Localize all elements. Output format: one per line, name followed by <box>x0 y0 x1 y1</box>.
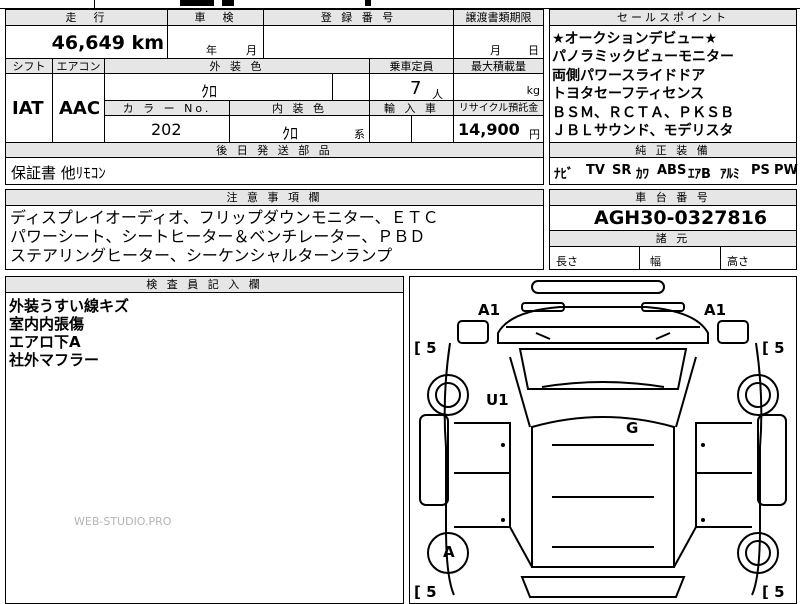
color-no-header: カ ラ ー No. <box>104 100 230 116</box>
inspection-month: 月 <box>246 44 257 57</box>
selling-point-line: パノラミックビューモニター <box>552 49 734 65</box>
recycle-deposit-value: 14,900 <box>458 120 520 139</box>
selling-point-line: トヨタセーフティセンス <box>552 86 705 102</box>
notes-line: ステアリングヒーター、シーケンシャルターンランプ <box>10 246 393 265</box>
notes-header: 注 意 事 項 欄 <box>5 189 544 206</box>
equipment-cell: ﾅﾋﾞ TV SR ｶﾜ ABS ｴｱB ｱﾙﾐ PS PW <box>549 157 798 185</box>
exterior-color-header: 外 装 色 <box>104 58 370 74</box>
shift-value: IAT <box>12 98 44 119</box>
top-cutoff-strip <box>0 0 800 9</box>
recycle-deposit-header: リサイクル預託金 <box>453 100 544 116</box>
shift-cell: IAT <box>5 73 53 143</box>
dimension-length-cell: 長さ <box>549 246 640 270</box>
tire-depth-front-left: [ 5 <box>414 339 437 357</box>
dimension-width-label: 幅 <box>650 255 661 268</box>
equip-leather: ｶﾜ <box>636 167 649 182</box>
selling-points-header: セールスポイント <box>549 9 797 26</box>
dimension-length-label: 長さ <box>556 255 578 268</box>
equip-pw: PW <box>774 163 798 178</box>
inspection-header: 車 検 <box>167 9 264 26</box>
equip-airbag: ｴｱB <box>688 167 711 182</box>
transfer-deadline-header: 譲渡書類期限 <box>453 9 544 26</box>
damage-label-g: G <box>626 419 639 437</box>
mileage-value: 46,649 km <box>51 32 164 54</box>
registration-header: 登 録 番 号 <box>263 9 454 26</box>
notes-line: ディスプレイオーディオ、フリップダウンモニター、ＥＴＣ <box>10 208 439 227</box>
recycle-deposit-cell: 14,900 円 <box>453 115 544 143</box>
equip-navi: ﾅﾋﾞ <box>554 167 574 182</box>
selling-points-cell: ★オークションデビュー★ パノラミックビューモニター 両側パワースライドドア ト… <box>549 25 797 143</box>
tire-depth-rear-right: [ 5 <box>762 583 785 601</box>
interior-color-value: ｸﾛ <box>282 124 299 143</box>
notes-line: パワーシート、シートヒーター＆ベンチレーター、ＰＢＤ <box>10 227 426 246</box>
exterior-color-sub-cell <box>332 73 370 101</box>
delivery-parts-value: 保証書 他ﾘﾓｺﾝ <box>11 164 106 182</box>
damage-label-a: A <box>443 543 455 561</box>
tire-depth-front-right: [ 5 <box>762 339 785 357</box>
exterior-color-cell: ｸﾛ <box>104 73 333 101</box>
chassis-number-value: AGH30-0327816 <box>594 207 768 229</box>
chassis-number-cell: AGH30-0327816 <box>549 205 797 231</box>
selling-point-line: ＪＢＬサウンド、モデリスタ <box>552 123 734 139</box>
chassis-number-header: 車 台 番 号 <box>549 189 797 206</box>
exterior-color-value: ｸﾛ <box>201 82 218 101</box>
tire-depth-rear-left: [ 5 <box>414 583 437 601</box>
color-no-value: 202 <box>151 120 182 139</box>
capacity-header: 乗車定員 <box>369 58 454 74</box>
interior-color-cell: ｸﾛ 系 <box>229 115 370 143</box>
mileage-header: 走 行 <box>5 9 168 26</box>
selling-point-line: 両側パワースライドドア <box>552 68 706 84</box>
equip-abs: ABS <box>657 163 687 178</box>
max-load-header: 最大積載量 <box>453 58 544 74</box>
damage-label-a1-right: A1 <box>704 301 727 319</box>
import-cell-b <box>411 115 454 143</box>
dimension-height-label: 高さ <box>727 255 749 268</box>
car-diagram-panel: A1 A1 U1 G A [ 5 [ 5 [ 5 [ 5 <box>409 276 797 604</box>
dimensions-header: 諸 元 <box>549 230 797 247</box>
transfer-month: 月 <box>490 44 501 57</box>
selling-point-line: ★オークションデビュー★ <box>552 31 718 47</box>
capacity-value: 7 <box>410 78 422 99</box>
inspection-cell: 年 月 <box>167 25 264 59</box>
dimension-height-cell: 高さ <box>720 246 797 270</box>
inspector-notes-header: 検 査 員 記 入 欄 <box>5 276 404 293</box>
selling-point-line: ＢＳＭ、ＲＣＴＡ、ＰＫＳＢ <box>552 105 734 121</box>
inspector-note-line: 社外マフラー <box>9 351 100 369</box>
import-header: 輸 入 車 <box>369 100 454 116</box>
car-diagram <box>419 280 787 598</box>
inspection-year: 年 <box>206 44 217 57</box>
shift-header: シフト <box>5 58 53 74</box>
transfer-day: 日 <box>528 44 539 57</box>
recycle-deposit-unit: 円 <box>529 128 540 141</box>
interior-color-unit: 系 <box>354 128 365 141</box>
aircon-header: エアコン <box>52 58 105 74</box>
import-cell-a <box>369 115 412 143</box>
notes-cell: ディスプレイオーディオ、フリップダウンモニター、ＥＴＣ パワーシート、シートヒー… <box>5 205 544 270</box>
transfer-cell: 月 日 <box>453 25 544 59</box>
watermark: WEB-STUDIO.PRO <box>74 515 172 528</box>
damage-label-u1: U1 <box>486 391 509 409</box>
equipment-header: 純 正 装 備 <box>549 142 797 158</box>
equip-sunroof: SR <box>612 163 632 178</box>
max-load-unit: kg <box>526 84 540 97</box>
interior-color-header: 内 装 色 <box>229 100 370 116</box>
equip-tv: TV <box>586 163 605 178</box>
dimension-width-cell: 幅 <box>639 246 721 270</box>
capacity-cell: 7 人 <box>369 73 454 101</box>
delivery-parts-header: 後 日 発 送 部 品 <box>5 142 544 158</box>
color-no-cell: 202 <box>104 115 230 143</box>
delivery-parts-cell: 保証書 他ﾘﾓｺﾝ <box>5 157 544 185</box>
registration-cell <box>263 25 454 59</box>
mileage-cell: 46,649 km <box>5 25 168 59</box>
max-load-cell: kg <box>453 73 544 101</box>
inspector-notes-cell: 外装うすい線キズ 室内内張傷 エアロ下A 社外マフラー WEB-STUDIO.P… <box>5 292 404 604</box>
equip-alloy: ｱﾙﾐ <box>720 167 740 182</box>
aircon-cell: AAC <box>52 73 105 143</box>
damage-label-a1-left: A1 <box>478 301 501 319</box>
equip-ps: PS <box>751 163 770 178</box>
aircon-value: AAC <box>59 98 101 119</box>
